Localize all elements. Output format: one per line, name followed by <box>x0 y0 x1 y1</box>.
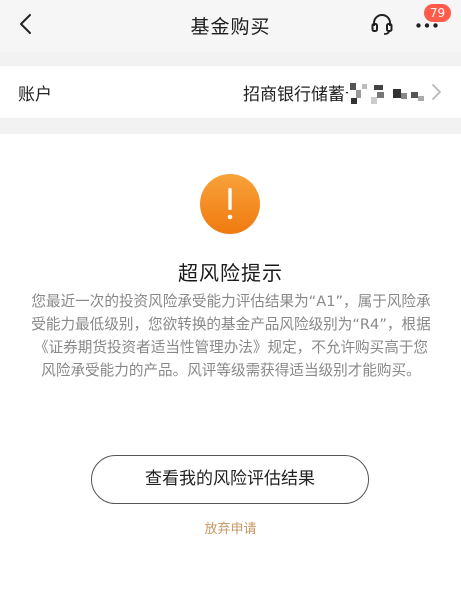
warning-message: 您最近一次的投资风险承受能力评估结果为“A1”，属于风险承受能力最低级别，您欲转… <box>31 293 431 379</box>
fund-purchase-screen: 基金购买 79 账户 招商银行储蓄卡 超风险提示 您最近一次的投资风险承受能力评… <box>0 0 461 594</box>
view-risk-result-button[interactable]: 查看我的风险评估结果 <box>91 455 369 504</box>
section-divider <box>0 52 461 66</box>
customer-service-button[interactable] <box>369 11 395 37</box>
nav-bar: 基金购买 79 <box>0 0 461 52</box>
account-selector[interactable]: 账户 招商银行储蓄卡 <box>0 66 461 118</box>
more-icon <box>416 23 438 28</box>
section-divider <box>0 118 461 134</box>
headset-icon <box>371 14 393 35</box>
exclamation-icon <box>200 174 260 234</box>
account-bank-name: 招商银行储蓄卡 <box>243 85 362 105</box>
account-label: 账户 <box>18 85 52 105</box>
abandon-application-link[interactable]: 放弃申请 <box>0 518 461 537</box>
warning-title: 超风险提示 <box>178 261 283 285</box>
notification-badge: 79 <box>424 4 451 22</box>
chevron-right-icon <box>432 84 441 100</box>
masked-card-number <box>348 80 426 106</box>
